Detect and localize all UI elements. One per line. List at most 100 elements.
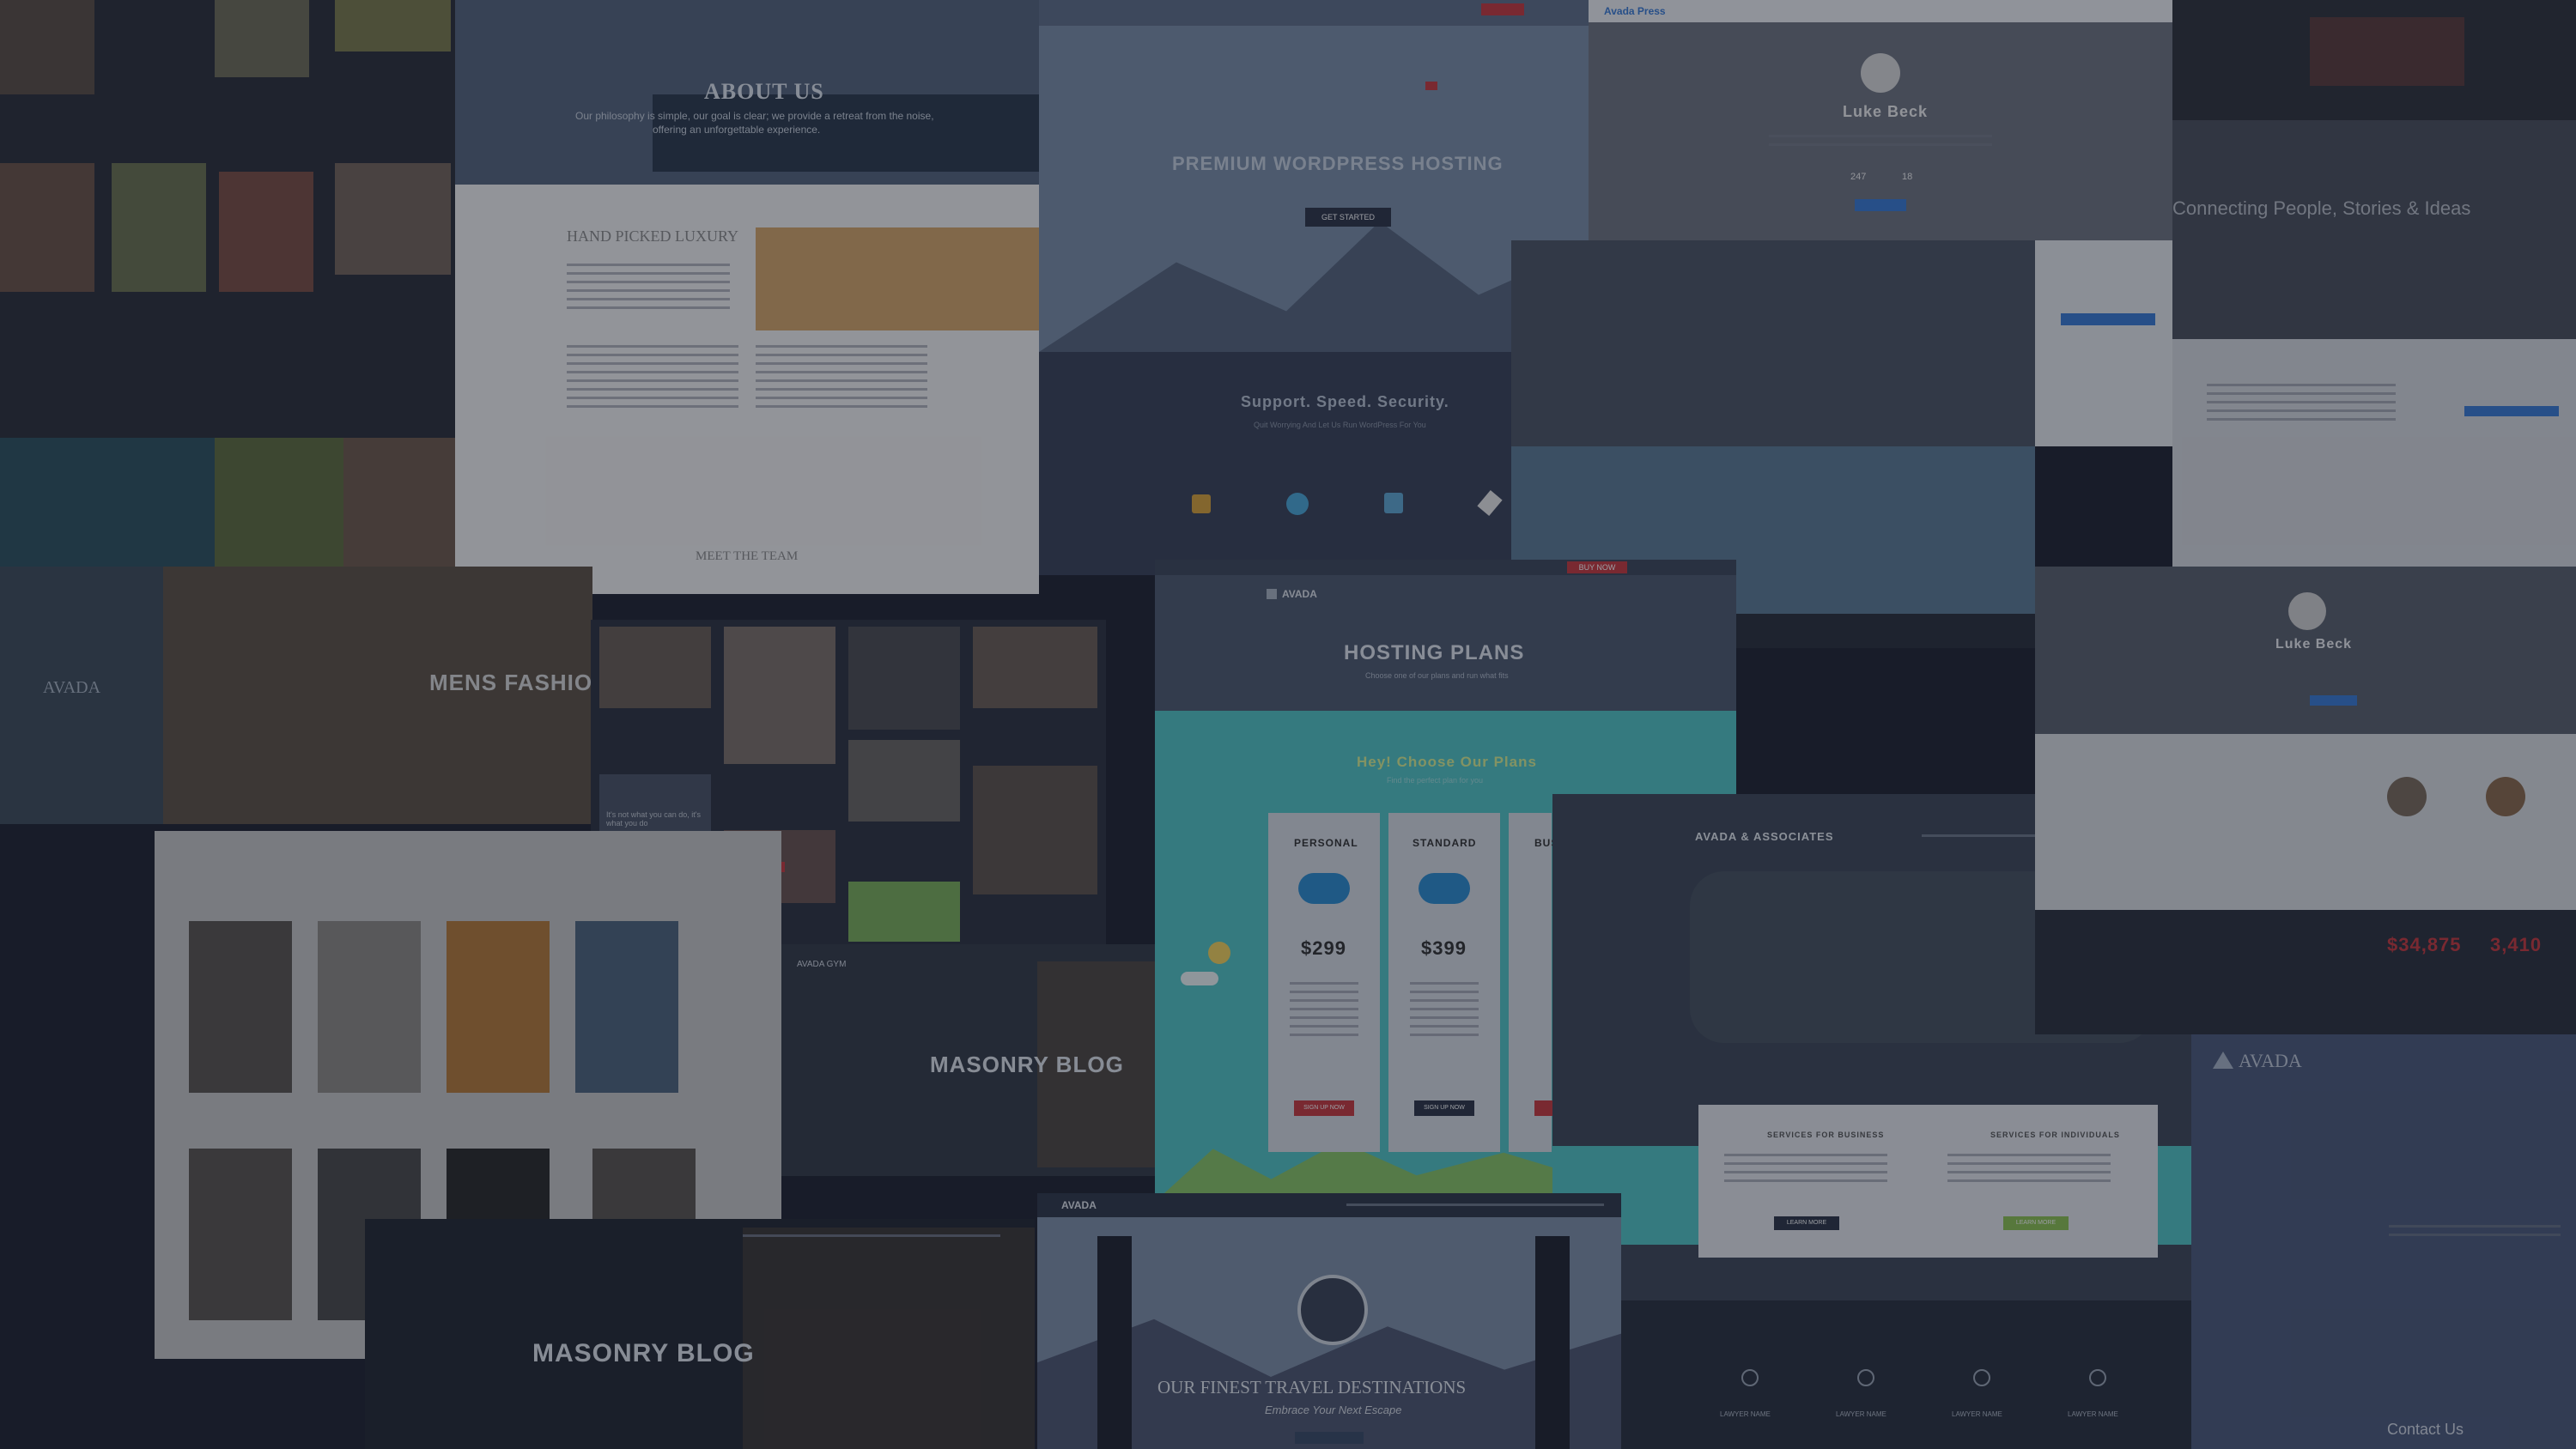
plan-price: $299 [1301, 937, 1346, 959]
plan-signup-button[interactable]: SIGN UP NOW [1294, 1100, 1354, 1116]
cloud-network-icon [1419, 873, 1470, 904]
plans-cta-button[interactable]: BUY NOW [1567, 561, 1627, 573]
profile-bio [1769, 129, 1992, 152]
body-text-left [567, 339, 738, 414]
sidebar-action-button[interactable] [2061, 313, 2155, 325]
firm-title: AVADA & ASSOCIATES [1695, 830, 1834, 843]
tile-right-top: Connecting People, Stories & Ideas [2172, 0, 2576, 567]
flag-icon [1425, 82, 1437, 90]
pagoda-right [1535, 1236, 1570, 1449]
plan-features [1410, 976, 1479, 1042]
profile-stat-1: 247 [1850, 172, 1867, 182]
services-business: SERVICES FOR BUSINESS [1767, 1131, 1885, 1139]
check-icon [1857, 1369, 1874, 1386]
cloud-plan-icon [1298, 873, 1350, 904]
learn-more-button-2[interactable]: LEARN MORE [2003, 1216, 2069, 1230]
about-subtitle-2: offering an unforgettable experience. [653, 124, 821, 136]
plan-name: STANDARD [1413, 837, 1477, 849]
about-subtitle-1: Our philosophy is simple, our goal is cl… [575, 110, 934, 122]
globe-icon [1286, 493, 1309, 515]
hosting-title: PREMIUM WORDPRESS HOSTING [1172, 153, 1504, 174]
travel-title: OUR FINEST TRAVEL DESTINATIONS [1157, 1377, 1467, 1397]
masonry-title-1: MASONRY BLOG [930, 1052, 1124, 1077]
top-cta-button[interactable] [1481, 3, 1524, 15]
travel-brand: AVADA [1061, 1199, 1097, 1211]
profile-name-2: Luke Beck [2275, 637, 2353, 652]
check-icon [2089, 1369, 2106, 1386]
profile-stat-2: 18 [1902, 172, 1913, 182]
tile-masonry-upper: AVADA GYM MASONRY BLOG [780, 944, 1157, 1176]
check-icon [1741, 1369, 1759, 1386]
choose-title: Hey! Choose Our Plans [1357, 754, 1537, 770]
tile-fashion-grid [0, 0, 455, 438]
tile-right-bottom: AVADA Contact Us [2191, 1034, 2576, 1449]
tile-mens-fashion: AVADA MENS FASHION [0, 567, 592, 824]
plan-signup-button[interactable]: SIGN UP NOW [1414, 1100, 1474, 1116]
rocket-icon [1477, 490, 1503, 516]
tile-green-photo [0, 438, 455, 567]
plan-price: $399 [1421, 937, 1467, 959]
team-avatar [2486, 777, 2525, 816]
tagline: Connecting People, Stories & Ideas [2172, 197, 2471, 219]
avatar [2288, 592, 2326, 630]
right-logo-icon [2213, 1052, 2233, 1069]
profile-name: Luke Beck [1843, 103, 1929, 120]
profile-button[interactable] [2310, 695, 2357, 706]
plan-standard: STANDARD $399 SIGN UP NOW [1388, 813, 1500, 1152]
mens-title: MENS FASHION [429, 670, 592, 695]
feature-globe [1255, 464, 1340, 558]
avada-logo-icon [1267, 589, 1277, 599]
lawyer-label: LAWYER NAME [1836, 1410, 1886, 1418]
masonry-nav [743, 1234, 1000, 1237]
team-avatar [2387, 777, 2427, 816]
right-brand: AVADA [2239, 1050, 2302, 1071]
plan-features [1290, 976, 1358, 1042]
check-icon [1973, 1369, 1990, 1386]
choose-subtitle: Find the perfect plan for you [1387, 776, 1484, 785]
masonry-title-2: MASONRY BLOG [532, 1339, 755, 1367]
pagoda-left [1097, 1236, 1132, 1449]
right-text [2207, 378, 2396, 427]
plans-subtitle: Choose one of our plans and run what fit… [1365, 671, 1509, 680]
about-title: ABOUT US [704, 79, 824, 104]
services-text-2 [1947, 1148, 2111, 1188]
avatar [1861, 53, 1900, 93]
tile-hosting-hero: PREMIUM WORDPRESS HOSTING GET STARTED Su… [1039, 0, 1589, 575]
features-subtitle: Quit Worrying And Let Us Run WordPress F… [1254, 421, 1426, 429]
team-title: MEET THE TEAM [696, 549, 799, 563]
explore-button[interactable] [1295, 1432, 1364, 1444]
tile-travel: AVADA OUR FINEST TRAVEL DESTINATIONS Emb… [1037, 1193, 1621, 1449]
contact-label[interactable]: Contact Us [2387, 1421, 2464, 1439]
thumbs-up-icon [1384, 493, 1403, 513]
lawyer-label: LAWYER NAME [1952, 1410, 2002, 1418]
get-started-button[interactable]: GET STARTED [1305, 208, 1391, 227]
right-blue-button[interactable] [2464, 406, 2559, 416]
gym-quote: It's not what you can do, it's what you … [606, 810, 701, 828]
features-title: Support. Speed. Security. [1241, 393, 1449, 410]
body-text-right [756, 339, 927, 414]
lock-icon [1192, 494, 1211, 513]
sun-icon [1208, 942, 1230, 964]
gym-logo: AVADA GYM [797, 960, 847, 969]
services-individuals: SERVICES FOR INDIVIDUALS [1990, 1131, 2120, 1139]
follow-button[interactable] [1855, 199, 1906, 211]
right-stat-1: $34,875 [2387, 934, 2462, 955]
left-logo: AVADA [43, 678, 101, 697]
feature-thumbs-up [1352, 464, 1436, 558]
travel-subtitle: Embrace Your Next Escape [1265, 1404, 1402, 1416]
learn-more-button-1[interactable]: LEARN MORE [1774, 1216, 1839, 1230]
tile-masonry-lower: MASONRY BLOG [365, 1219, 1035, 1449]
tile-right-middle: Luke Beck $34,875 3,410 [2035, 567, 2576, 1034]
plans-title: HOSTING PLANS [1344, 641, 1525, 664]
profile-brand: Avada Press [1604, 5, 1666, 17]
right-stat-2: 3,410 [2490, 934, 2543, 955]
plans-brand: AVADA [1282, 588, 1317, 600]
hero-woman-image [756, 227, 1039, 330]
plan-business: BUSINESS [1509, 813, 1593, 1152]
lawyer-label: LAWYER NAME [1720, 1410, 1771, 1418]
travel-nav [1346, 1203, 1604, 1206]
lawyer-label: LAWYER NAME [2068, 1410, 2118, 1418]
right-bottom-text [2389, 1219, 2561, 1242]
section-title: HAND PICKED LUXURY [567, 227, 739, 245]
plan-name: PERSONAL [1294, 837, 1358, 849]
